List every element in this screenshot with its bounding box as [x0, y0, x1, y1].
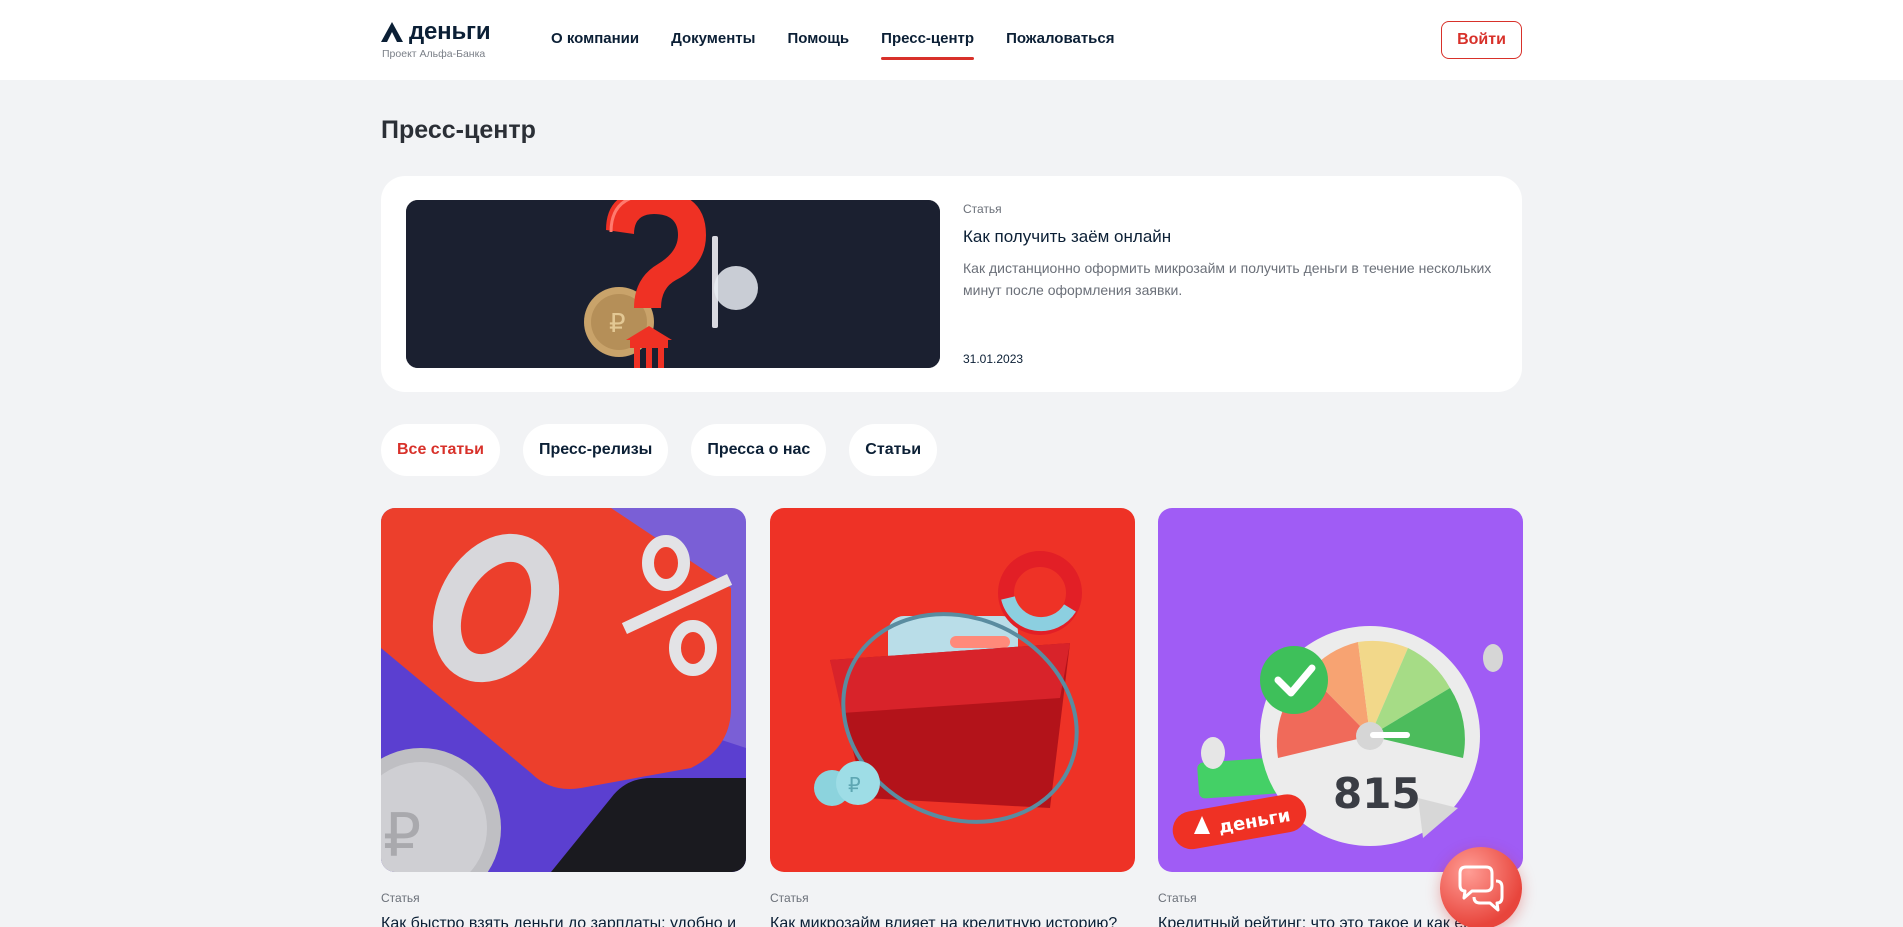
article-tag: Статья: [770, 891, 809, 905]
logo-wordmark: деньги: [409, 18, 491, 45]
article-card[interactable]: ₽ Статья Как микрозайм влияет на кредитн…: [770, 508, 1135, 927]
svg-text:₽: ₽: [383, 801, 421, 871]
article-filters: Все статьи Пресс-релизы Пресса о нас Ста…: [381, 424, 938, 476]
article-title[interactable]: Как микрозайм влияет на кредитную истори…: [770, 915, 1135, 927]
question-mark-illustration: ₽: [406, 200, 940, 368]
logo[interactable]: деньги Проект Альфа-Банка: [381, 18, 501, 60]
svg-text:₽: ₽: [609, 309, 626, 339]
svg-text:₽: ₽: [848, 773, 861, 797]
article-title[interactable]: Как быстро взять деньги до зарплаты: удо…: [381, 915, 746, 927]
featured-article-description: Как дистанционно оформить микрозайм и по…: [963, 260, 1492, 298]
login-button[interactable]: Войти: [1441, 21, 1522, 59]
main-nav: О компании Документы Помощь Пресс-центр …: [551, 30, 1115, 60]
featured-article-title[interactable]: Как получить заём онлайн: [963, 227, 1171, 247]
page-title: Пресс-центр: [381, 116, 536, 144]
nav-item-documents[interactable]: Документы: [671, 30, 755, 47]
filter-press-releases[interactable]: Пресс-релизы: [522, 424, 669, 476]
filter-all-articles[interactable]: Все статьи: [381, 424, 500, 476]
site-header: деньги Проект Альфа-Банка О компании Док…: [0, 0, 1903, 80]
chat-bubbles-icon: [1458, 865, 1504, 912]
credit-score-value: 815: [1333, 769, 1421, 818]
filter-press-about-us[interactable]: Пресса о нас: [691, 424, 827, 476]
nav-item-help[interactable]: Помощь: [787, 30, 849, 47]
article-card[interactable]: ₽ Статья Как быстро взять деньги до зарп…: [381, 508, 746, 927]
article-tag: Статья: [381, 891, 420, 905]
logo-subtitle: Проект Альфа-Банка: [382, 48, 486, 60]
filter-articles[interactable]: Статьи: [849, 424, 938, 476]
featured-article-card[interactable]: ₽ Статья Как получить заём онлайн Как ди…: [381, 176, 1522, 392]
nav-item-press-center[interactable]: Пресс-центр: [881, 30, 974, 60]
featured-article-image: ₽: [406, 200, 940, 368]
article-image-credit-score: 815 деньги: [1158, 508, 1523, 872]
featured-article-tag: Статья: [963, 202, 1002, 216]
article-image-folder: ₽: [770, 508, 1135, 872]
featured-article-date: 31.01.2023: [963, 352, 1024, 366]
article-image-zero-percent: ₽: [381, 508, 746, 872]
nav-item-about[interactable]: О компании: [551, 30, 639, 47]
chat-button[interactable]: [1440, 847, 1522, 927]
nav-item-complain[interactable]: Пожаловаться: [1006, 30, 1114, 47]
alfa-logo-icon: [381, 22, 403, 42]
